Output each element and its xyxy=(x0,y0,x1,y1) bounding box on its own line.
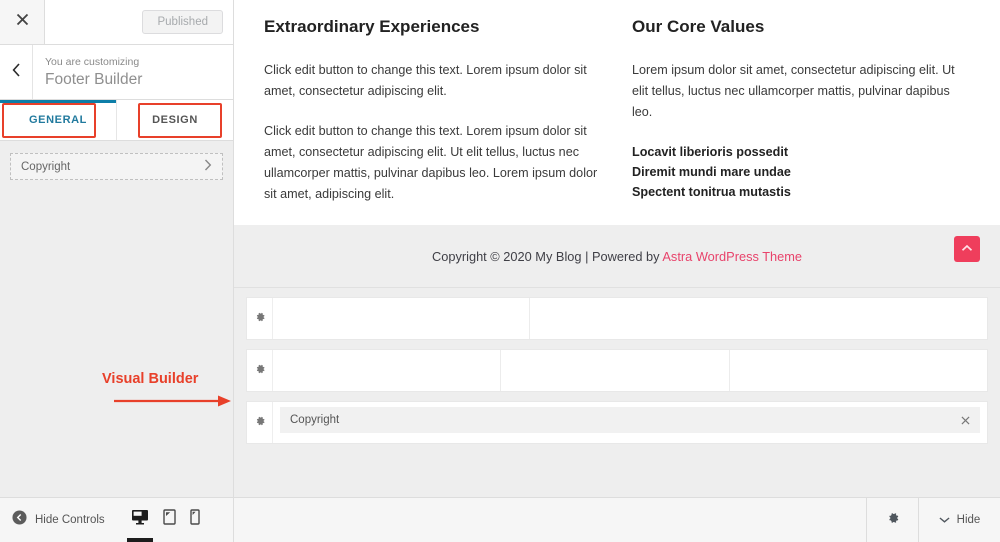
bottom-bar-left: Hide Controls xyxy=(0,498,234,542)
tab-general[interactable]: GENERAL xyxy=(0,100,116,140)
builder-row[interactable] xyxy=(246,297,988,340)
footer-widget-title: Extraordinary Experiences xyxy=(264,17,480,36)
panel-header-text: You are customizing Footer Builder xyxy=(33,45,233,99)
builder-row[interactable]: Copyright xyxy=(246,401,988,444)
row-settings-button[interactable] xyxy=(247,350,273,391)
builder-row[interactable] xyxy=(246,349,988,392)
page-title: Footer Builder xyxy=(45,70,143,88)
sidebar-item-copyright[interactable]: Copyright xyxy=(10,153,223,180)
sidebar-topbar: Published xyxy=(0,0,233,45)
footer-widget-list-item: Locavit liberioris possedit xyxy=(632,145,789,159)
builder-settings-button[interactable] xyxy=(866,498,918,542)
tab-design-label: DESIGN xyxy=(152,114,198,126)
gear-icon xyxy=(886,511,900,530)
customizer-bottom-bar: Hide Controls Hide xyxy=(0,497,1000,542)
tablet-icon xyxy=(162,508,176,530)
hide-controls-label: Hide Controls xyxy=(35,514,105,526)
gear-icon xyxy=(254,414,266,432)
footer-widgets-area: Extraordinary Experiences Click edit but… xyxy=(234,0,1000,225)
customizing-label: You are customizing xyxy=(45,55,140,68)
published-button[interactable]: Published xyxy=(142,10,223,34)
device-preview-switcher xyxy=(126,508,200,542)
footer-widget-title: Our Core Values xyxy=(632,17,765,36)
builder-cell[interactable] xyxy=(530,298,987,339)
builder-cell[interactable] xyxy=(730,350,987,391)
builder-item-copyright-label: Copyright xyxy=(290,414,340,426)
copyright-text-prefix: Copyright © 2020 My Blog | Powered by xyxy=(431,248,663,264)
close-icon xyxy=(16,13,29,31)
chevron-down-icon xyxy=(939,511,950,529)
footer-copyright-bar: Copyright © 2020 My Blog | Powered by As… xyxy=(234,225,1000,287)
footer-widget-paragraph: Lorem ipsum dolor sit amet, consectetur … xyxy=(632,63,955,119)
tab-general-label: GENERAL xyxy=(29,114,87,126)
row-settings-button[interactable] xyxy=(247,298,273,339)
sidebar-body: Copyright xyxy=(0,141,233,542)
bottom-bar-right: Hide xyxy=(234,498,1000,542)
footer-widget-column-1: Extraordinary Experiences Click edit but… xyxy=(264,16,602,205)
device-desktop-button[interactable] xyxy=(126,509,153,542)
chevron-up-icon xyxy=(961,240,973,258)
site-preview: Extraordinary Experiences Click edit but… xyxy=(234,0,1000,542)
chevron-left-icon xyxy=(12,62,21,82)
gear-icon xyxy=(254,310,266,328)
close-customizer-button[interactable] xyxy=(0,0,45,44)
builder-item-copyright[interactable]: Copyright xyxy=(280,407,980,433)
copyright-text: Copyright © 2020 My Blog | Powered by As… xyxy=(432,249,802,264)
hide-builder-label: Hide xyxy=(956,514,981,526)
builder-cell[interactable] xyxy=(501,350,730,391)
scroll-to-top-button[interactable] xyxy=(954,236,980,262)
device-mobile-button[interactable] xyxy=(189,508,200,532)
customizer-app: Published You are customizing Footer Bui… xyxy=(0,0,1000,542)
builder-cell[interactable]: Copyright xyxy=(273,402,987,443)
footer-widget-paragraph: Click edit button to change this text. L… xyxy=(264,63,587,98)
sidebar-item-copyright-label: Copyright xyxy=(21,160,71,173)
chevron-right-icon xyxy=(204,158,212,176)
row-columns xyxy=(273,350,987,391)
device-tablet-button[interactable] xyxy=(162,508,176,532)
arrow-left-circle-icon xyxy=(12,510,27,530)
topbar-actions: Published xyxy=(45,0,233,44)
footer-widget-list-item: Diremit mundi mare undae xyxy=(632,165,791,179)
row-columns: Copyright xyxy=(273,402,987,443)
builder-cell[interactable] xyxy=(273,350,502,391)
back-button[interactable] xyxy=(0,45,33,99)
remove-item-button[interactable] xyxy=(961,415,970,425)
sidebar-panel-header: You are customizing Footer Builder xyxy=(0,45,233,100)
hide-builder-button[interactable]: Hide xyxy=(918,498,1000,542)
row-settings-button[interactable] xyxy=(247,402,273,443)
mobile-icon xyxy=(189,508,200,530)
builder-cell[interactable] xyxy=(273,298,531,339)
gear-icon xyxy=(254,362,266,380)
hide-controls-button[interactable]: Hide Controls xyxy=(0,510,105,530)
tab-design[interactable]: DESIGN xyxy=(117,100,233,140)
desktop-icon xyxy=(131,509,149,530)
footer-widget-paragraph: Click edit button to change this text. L… xyxy=(264,124,598,201)
astra-theme-link[interactable]: Astra WordPress Theme xyxy=(662,249,802,264)
row-columns xyxy=(273,298,987,339)
footer-widget-column-2: Our Core Values Lorem ipsum dolor sit am… xyxy=(632,16,970,205)
sidebar-tabs: GENERAL DESIGN xyxy=(0,100,233,141)
footer-widget-list-item: Spectent tonitrua mutastis xyxy=(632,185,791,199)
customizer-sidebar: Published You are customizing Footer Bui… xyxy=(0,0,234,542)
